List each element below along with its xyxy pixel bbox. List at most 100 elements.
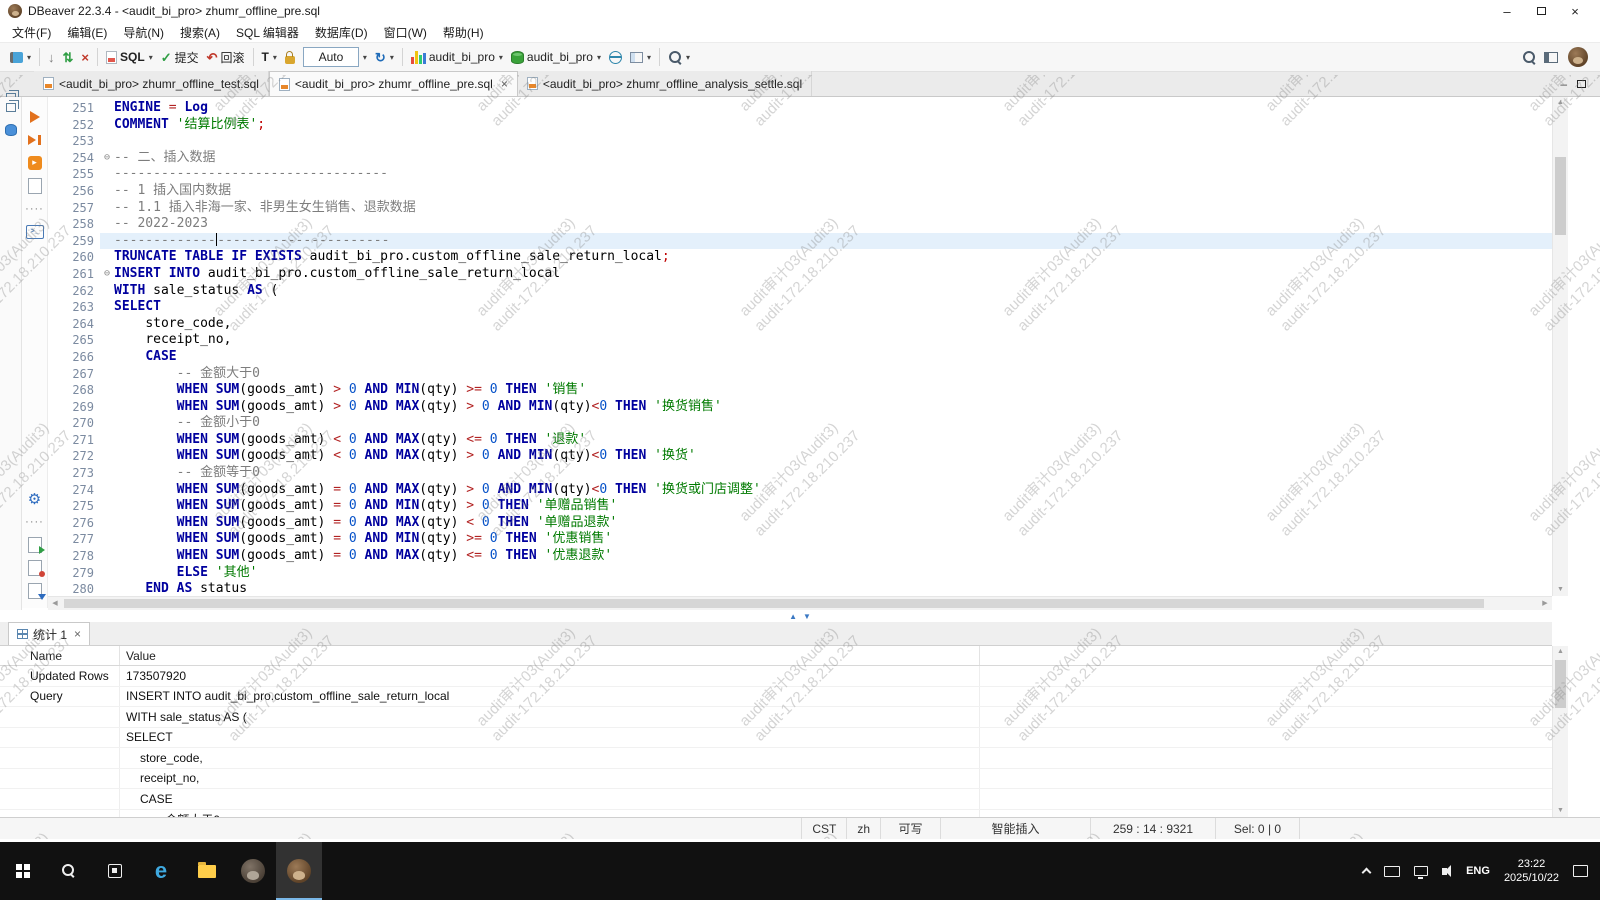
explain-plan-icon[interactable] xyxy=(22,175,48,196)
settings-gear-icon[interactable] xyxy=(22,488,48,509)
touch-keyboard-icon[interactable] xyxy=(1384,866,1400,877)
tab-close-icon[interactable]: × xyxy=(501,77,508,91)
database-selector[interactable]: audit_bi_pro ▾ xyxy=(507,46,605,68)
dbeaver-taskbar-button[interactable] xyxy=(230,842,276,900)
sql-editor-menu-button[interactable]: SQL ▾ xyxy=(102,46,157,68)
sql-editor[interactable]: 251ENGINE = Log252COMMENT '结算比例表';253254… xyxy=(48,97,1552,596)
database-navigator-icon[interactable] xyxy=(5,124,17,136)
results-vertical-scrollbar[interactable]: ▲ ▼ xyxy=(1552,646,1568,817)
scrollbar-thumb[interactable] xyxy=(1555,157,1566,235)
scroll-up-icon[interactable]: ▲ xyxy=(1553,646,1568,658)
editor-tab[interactable]: <audit_bi_pro> zhumr_offline_test.sql xyxy=(34,71,269,96)
code-line[interactable]: 279 ELSE '其他' xyxy=(48,565,1552,582)
code-line[interactable]: 273 -- 金额等于0 xyxy=(48,465,1552,482)
clock[interactable]: 23:22 2025/10/22 xyxy=(1504,857,1559,885)
execute-statement-icon[interactable] xyxy=(22,106,48,127)
edge-button[interactable]: e xyxy=(138,842,184,900)
network-icon[interactable] xyxy=(1414,866,1428,876)
load-script-icon[interactable] xyxy=(22,580,48,601)
scroll-left-icon[interactable]: ◀ xyxy=(48,597,62,610)
editor-tab[interactable]: <audit_bi_pro> zhumr_offline_pre.sql× xyxy=(269,71,518,96)
taskbar-search-button[interactable] xyxy=(46,842,92,900)
stats-tab[interactable]: 统计 1 × xyxy=(8,622,90,645)
hidden-icons-chevron[interactable] xyxy=(1362,868,1372,878)
minimize-view-button[interactable]: – xyxy=(1560,77,1567,91)
code-line[interactable]: 257-- 1.1 插入非海一家、非男生女生销售、退款数据 xyxy=(48,200,1552,217)
execute-new-tab-icon[interactable] xyxy=(22,152,48,173)
code-line[interactable]: 252COMMENT '结算比例表'; xyxy=(48,117,1552,134)
language-indicator[interactable]: ENG xyxy=(1466,865,1490,877)
result-row[interactable]: QueryINSERT INTO audit_bi_pro.custom_off… xyxy=(0,687,1552,708)
scroll-up-icon[interactable]: ▲ xyxy=(1553,97,1568,109)
transaction-mode-button[interactable]: T ▾ xyxy=(258,46,281,68)
status-language[interactable]: zh xyxy=(846,818,880,839)
lock-button[interactable] xyxy=(281,46,299,68)
menu-item[interactable]: 窗口(W) xyxy=(376,22,435,42)
editor-tab[interactable]: <audit_bi_pro> zhumr_offline_analysis_se… xyxy=(518,71,812,96)
scrollbar-thumb[interactable] xyxy=(1555,660,1566,708)
scroll-down-icon[interactable]: ▼ xyxy=(1553,584,1568,596)
action-center-icon[interactable] xyxy=(1573,865,1588,877)
code-line[interactable]: 253 xyxy=(48,133,1552,150)
code-line[interactable]: 264 store_code, xyxy=(48,316,1552,333)
maximize-view-button[interactable] xyxy=(1577,80,1586,88)
restore-view-icon[interactable] xyxy=(6,103,16,112)
menu-item[interactable]: 搜索(A) xyxy=(172,22,228,42)
code-line[interactable]: 256-- 1 插入国内数据 xyxy=(48,183,1552,200)
maximize-button[interactable] xyxy=(1524,0,1558,22)
export-script-icon[interactable] xyxy=(22,534,48,555)
save-script-icon[interactable] xyxy=(22,557,48,578)
expand-up-icon[interactable]: ▲ xyxy=(789,612,797,621)
file-explorer-button[interactable] xyxy=(184,842,230,900)
close-button[interactable]: × xyxy=(1558,0,1592,22)
column-header-name[interactable]: Name xyxy=(0,646,120,665)
sync-button[interactable]: ⇅ xyxy=(59,46,78,68)
collapse-down-icon[interactable]: ▼ xyxy=(803,612,811,621)
code-line[interactable]: 278 WHEN SUM(goods_amt) = 0 AND MAX(qty)… xyxy=(48,548,1552,565)
refresh-button[interactable]: ↻ ▾ xyxy=(371,46,398,68)
code-line[interactable]: 268 WHEN SUM(goods_amt) > 0 AND MIN(qty)… xyxy=(48,382,1552,399)
fetch-button[interactable]: ↓ xyxy=(44,46,59,68)
result-row[interactable]: CASE xyxy=(0,789,1552,810)
code-line[interactable]: 255----------------------------------- xyxy=(48,166,1552,183)
status-selection[interactable]: Sel: 0 | 0 xyxy=(1215,818,1300,839)
abort-button[interactable]: × xyxy=(77,46,93,68)
new-connection-button[interactable]: ▾ xyxy=(6,46,35,68)
result-row[interactable]: WITH sale_status AS ( xyxy=(0,707,1552,728)
search-menu-button[interactable]: ▾ xyxy=(664,46,694,68)
globe-button[interactable] xyxy=(605,46,626,68)
status-insert-mode[interactable]: 智能插入 xyxy=(940,818,1090,839)
scroll-down-icon[interactable]: ▼ xyxy=(1553,805,1568,817)
code-line[interactable]: 262WITH sale_status AS ( xyxy=(48,283,1552,300)
volume-icon[interactable] xyxy=(1442,868,1447,875)
code-line[interactable]: 267 -- 金额大于0 xyxy=(48,366,1552,383)
tab-close-icon[interactable]: × xyxy=(74,627,81,641)
scrollbar-thumb[interactable] xyxy=(64,599,1484,608)
code-line[interactable]: 259----------------------------------- xyxy=(48,233,1552,250)
menu-item[interactable]: 编辑(E) xyxy=(59,22,115,42)
code-line[interactable]: 275 WHEN SUM(goods_amt) = 0 AND MIN(qty)… xyxy=(48,498,1552,515)
code-line[interactable]: 274 WHEN SUM(goods_amt) = 0 AND MAX(qty)… xyxy=(48,482,1552,499)
menu-item[interactable]: 数据库(D) xyxy=(307,22,376,42)
result-row[interactable]: SELECT xyxy=(0,728,1552,749)
result-row[interactable]: receipt_no, xyxy=(0,769,1552,790)
rollback-button[interactable]: ↶ 回滚 xyxy=(203,46,249,68)
autocommit-combo[interactable]: Auto xyxy=(303,47,359,67)
code-line[interactable]: 251ENGINE = Log xyxy=(48,100,1552,117)
editor-horizontal-scrollbar[interactable]: ◀ ▶ xyxy=(48,596,1552,610)
status-caret-position[interactable]: 259 : 14 : 9321 xyxy=(1090,818,1215,839)
code-line[interactable]: 276 WHEN SUM(goods_amt) = 0 AND MAX(qty)… xyxy=(48,515,1552,532)
code-line[interactable]: 270 -- 金额小于0 xyxy=(48,415,1552,432)
execute-script-icon[interactable] xyxy=(22,129,48,150)
menu-item[interactable]: 文件(F) xyxy=(4,22,59,42)
menu-item[interactable]: 帮助(H) xyxy=(435,22,492,42)
result-row[interactable]: store_code, xyxy=(0,748,1552,769)
fold-marker[interactable]: ⊖ xyxy=(100,266,114,283)
autocommit-dropdown[interactable]: ▾ xyxy=(359,53,371,62)
code-line[interactable]: 258-- 2022-2023 xyxy=(48,216,1552,233)
menu-item[interactable]: 导航(N) xyxy=(115,22,172,42)
dbeaver-taskbar-button-active[interactable] xyxy=(276,842,322,900)
connection-selector[interactable]: audit_bi_pro ▾ xyxy=(407,46,507,68)
code-line[interactable]: 263SELECT xyxy=(48,299,1552,316)
fold-marker[interactable]: ⊖ xyxy=(100,150,114,167)
